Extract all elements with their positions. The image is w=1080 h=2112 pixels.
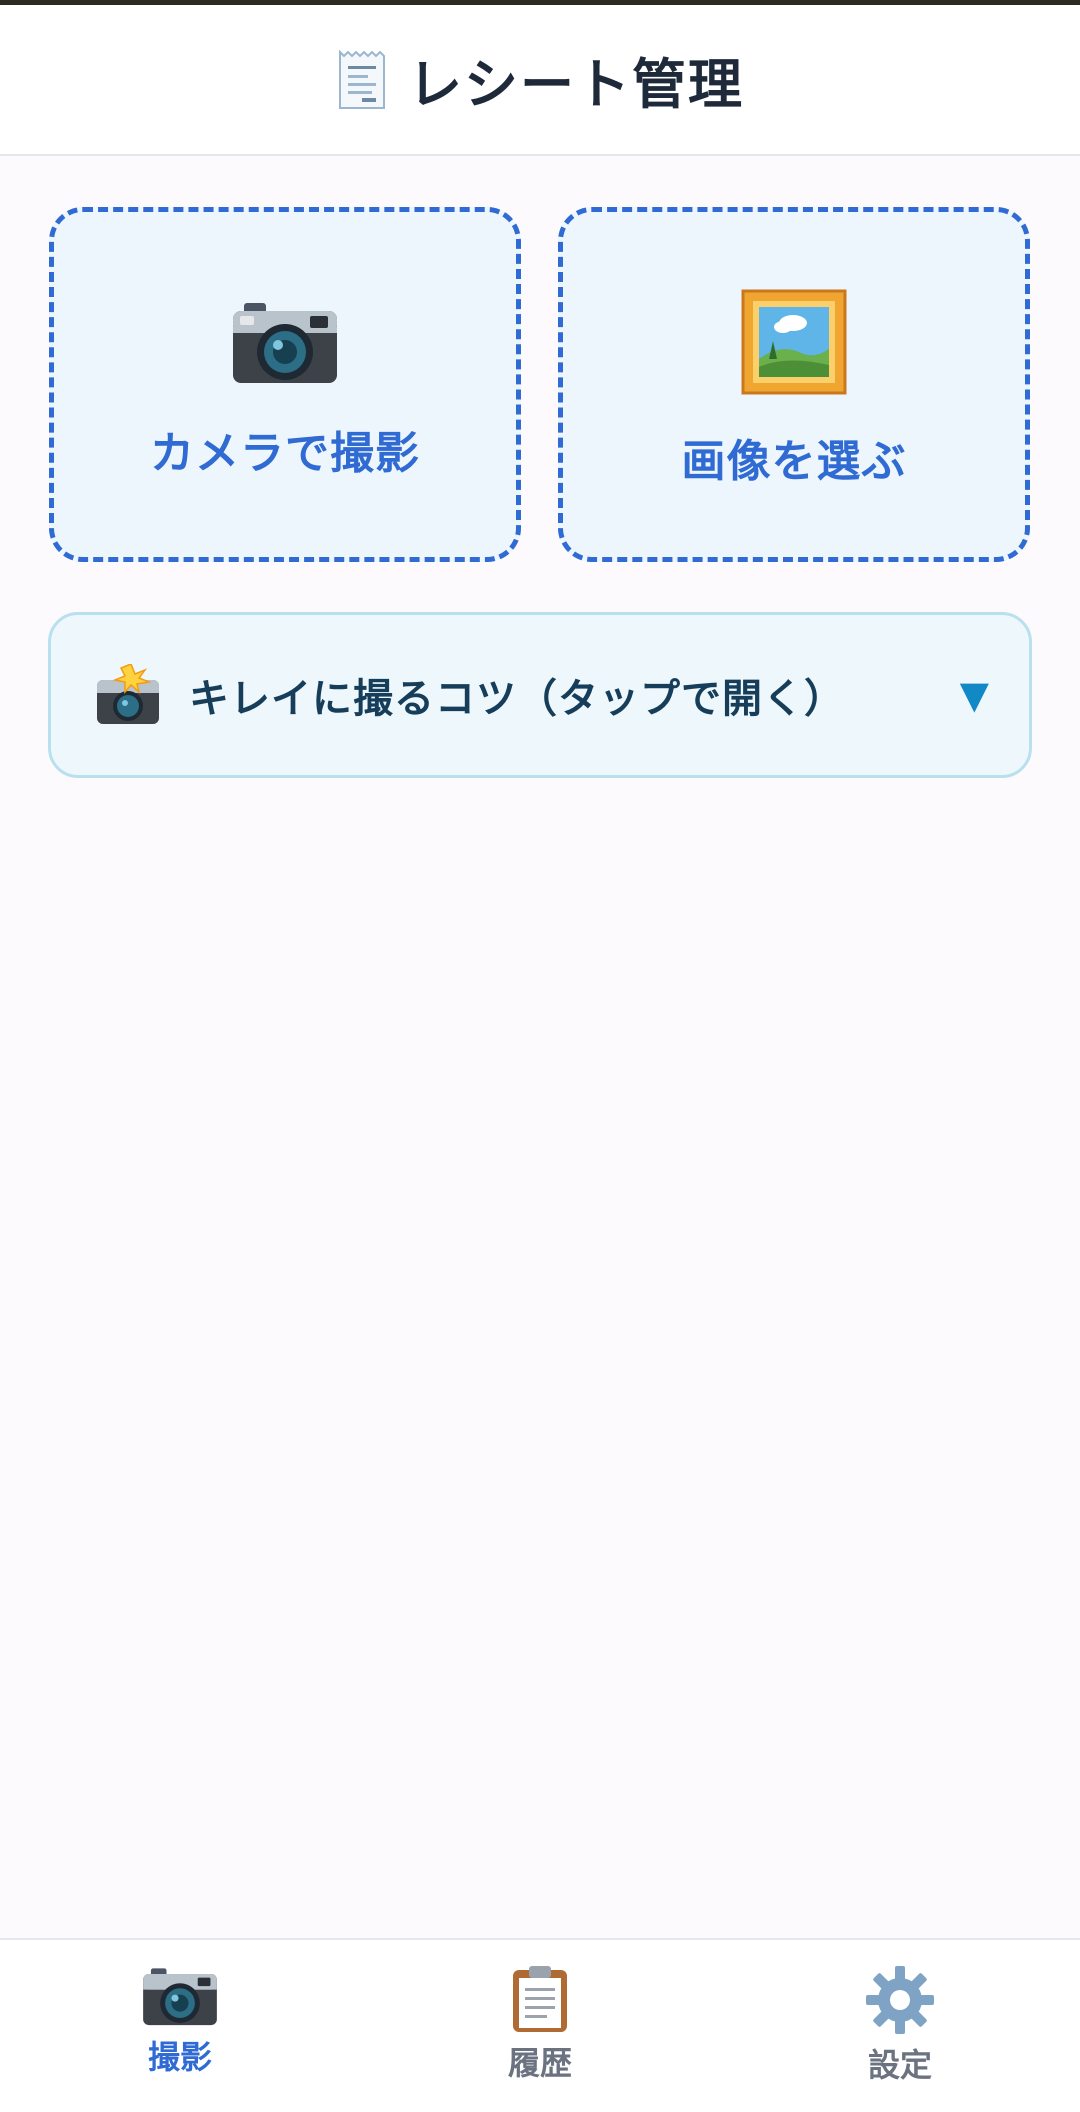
camera-icon [230,297,340,387]
nav-tab-history-label: 履歴 [507,2044,572,2082]
camera-capture-button[interactable]: カメラで撮影 [49,207,521,562]
nav-tab-settings-label: 設定 [867,2046,932,2084]
clipboard-icon [509,1964,571,2034]
choose-image-button[interactable]: 画像を選ぶ [558,207,1030,562]
nav-tab-capture[interactable]: 撮影 [80,1964,280,2104]
app-header: レシート管理 [0,5,1080,156]
camera-icon [141,1964,219,2028]
photo-tips-label: キレイに撮るコツ（タップで開く） [189,676,845,722]
framed-picture-icon [741,289,847,395]
gear-icon [864,1964,936,2036]
receipt-icon [336,49,388,110]
camera-flash-icon [95,664,161,726]
chevron-down-icon: ▼ [959,673,989,717]
nav-tab-capture-label: 撮影 [147,2038,212,2076]
camera-capture-label: カメラで撮影 [150,427,420,479]
choose-image-label: 画像を選ぶ [681,435,907,487]
page-title: レシート管理 [408,53,744,116]
nav-tab-settings[interactable]: 設定 [800,1964,1000,2104]
bottom-navigation: 撮影 履歴 設定 [0,1938,1080,2112]
nav-tab-history[interactable]: 履歴 [440,1964,640,2104]
photo-tips-accordion[interactable]: キレイに撮るコツ（タップで開く） ▼ [48,612,1032,778]
